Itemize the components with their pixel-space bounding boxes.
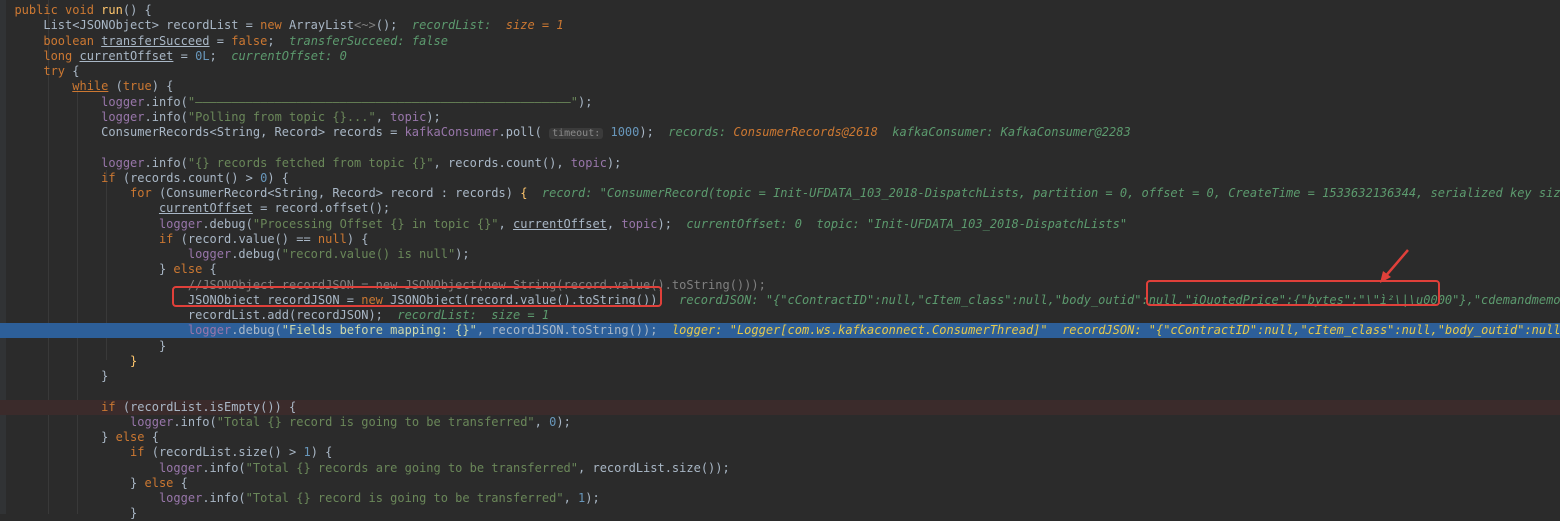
code-line[interactable]: try {: [0, 64, 1560, 79]
code-line[interactable]: boolean transferSucceed = false; transfe…: [0, 34, 1560, 49]
code-line[interactable]: long currentOffset = 0L; currentOffset: …: [0, 49, 1560, 64]
code-line[interactable]: logger.info("Total {} record is going to…: [0, 415, 1560, 430]
annotation-arrow-icon: [1380, 249, 1409, 283]
code-line[interactable]: //JSONObject recordJSON = new JSONObject…: [0, 278, 1560, 293]
code-line[interactable]: public void run() {: [0, 3, 1560, 18]
code-line[interactable]: }: [0, 339, 1560, 354]
code-line[interactable]: logger.debug("record.value() is null");: [0, 247, 1560, 262]
code-line[interactable]: } else {: [0, 430, 1560, 445]
code-line[interactable]: List<JSONObject> recordList = new ArrayL…: [0, 18, 1560, 33]
code-line[interactable]: logger.debug("Processing Offset {} in to…: [0, 217, 1560, 232]
code-line[interactable]: while (true) {: [0, 79, 1560, 94]
code-line[interactable]: logger.info("Polling from topic {}...", …: [0, 110, 1560, 125]
code-line[interactable]: if (recordList.isEmpty()) {: [0, 399, 1560, 415]
code-line[interactable]: currentOffset = record.offset();: [0, 201, 1560, 216]
code-line[interactable]: if (recordList.size() > 1) {: [0, 445, 1560, 460]
code-editor[interactable]: public void run() { List<JSONObject> rec…: [0, 0, 1560, 520]
code-line[interactable]: recordList.add(recordJSON); recordList: …: [0, 308, 1560, 323]
code-line[interactable]: logger.info("Total {} record is going to…: [0, 491, 1560, 506]
code-line[interactable]: [0, 384, 1560, 399]
code-line[interactable]: } else {: [0, 476, 1560, 491]
code-line[interactable]: logger.info("———————————————————————————…: [0, 95, 1560, 110]
code-line[interactable]: logger.info("Total {} records are going …: [0, 461, 1560, 476]
code-line[interactable]: if (records.count() > 0) {: [0, 171, 1560, 186]
code-line[interactable]: ConsumerRecords<String, Record> records …: [0, 125, 1560, 140]
code-line[interactable]: for (ConsumerRecord<String, Record> reco…: [0, 186, 1560, 201]
code-line[interactable]: } else {: [0, 262, 1560, 277]
code-line[interactable]: }: [0, 354, 1560, 369]
code-line[interactable]: JSONObject recordJSON = new JSONObject(r…: [0, 293, 1560, 308]
code-line[interactable]: }: [0, 369, 1560, 384]
code-line[interactable]: [0, 140, 1560, 155]
code-line[interactable]: logger.info("{} records fetched from top…: [0, 156, 1560, 171]
code-line[interactable]: logger.debug("Fields before mapping: {}"…: [0, 323, 1560, 339]
code-line[interactable]: if (record.value() == null) {: [0, 232, 1560, 247]
